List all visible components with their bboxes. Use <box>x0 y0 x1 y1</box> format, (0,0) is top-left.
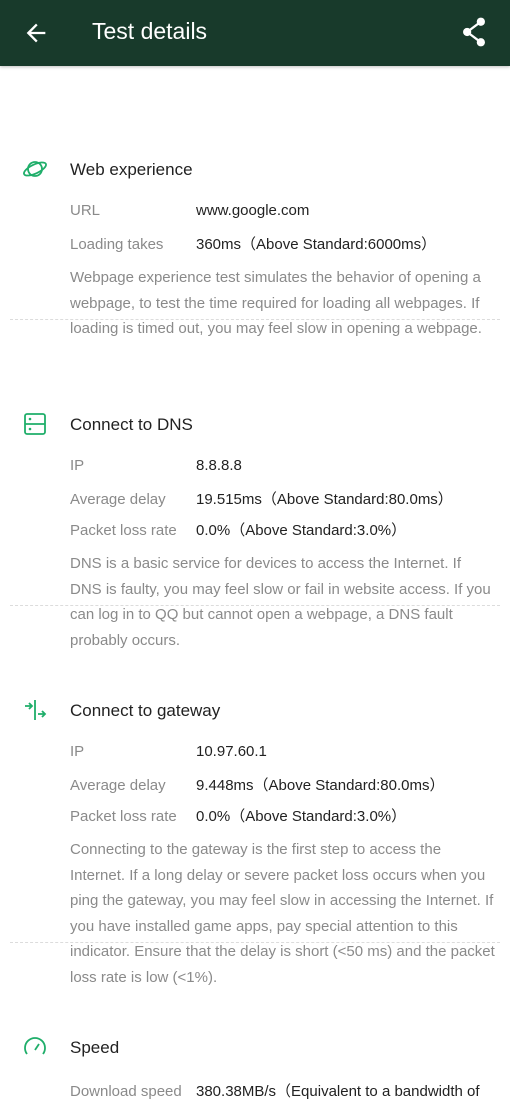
ip-label: IP <box>70 457 85 474</box>
section-title: Connect to DNS <box>70 415 193 434</box>
gateway-icon <box>25 700 47 720</box>
divider <box>10 319 500 320</box>
section-description: Connecting to the gateway is the first s… <box>70 841 495 986</box>
section-description: DNS is a basic service for devices to ac… <box>70 555 491 649</box>
ip-value: 10.97.60.1 <box>196 743 267 760</box>
download-speed-value: 380.38MB/s（Equivalent to a bandwidth of <box>196 1083 480 1100</box>
loading-row: Loading takes 360ms（Above Standard:6000ms… <box>70 233 436 254</box>
page-title: Test details <box>92 18 208 44</box>
download-speed-row: Download speed 380.38MB/s（Equivalent to a… <box>70 1080 480 1101</box>
loading-label: Loading takes <box>70 236 164 253</box>
planet-icon <box>23 161 47 177</box>
ip-row: IP 10.97.60.1 <box>70 743 267 760</box>
delay-value: 9.448ms（Above Standard:80.0ms） <box>196 777 445 794</box>
ip-label: IP <box>70 743 85 760</box>
section-title: Connect to gateway <box>70 701 221 720</box>
packet-loss-row: Packet loss rate 0.0%（Above Standard:3.0%… <box>70 805 406 826</box>
download-speed-label: Download speed <box>70 1083 182 1100</box>
packet-loss-value: 0.0%（Above Standard:3.0%） <box>196 522 407 539</box>
section-description: Webpage experience test simulates the be… <box>70 269 482 337</box>
packet-loss-value: 0.0%（Above Standard:3.0%） <box>196 808 407 825</box>
delay-row: Average delay 9.448ms（Above Standard:80.0… <box>70 774 444 795</box>
packet-loss-label: Packet loss rate <box>70 522 177 539</box>
divider <box>10 942 500 943</box>
ip-row: IP 8.8.8.8 <box>70 457 242 474</box>
section-title: Web experience <box>70 160 193 179</box>
app-bar: Test details <box>0 0 510 66</box>
divider <box>10 605 500 606</box>
section-title: Speed <box>70 1038 120 1057</box>
delay-label: Average delay <box>70 777 166 794</box>
delay-value: 19.515ms（Above Standard:80.0ms） <box>196 491 453 508</box>
back-arrow-icon[interactable] <box>22 19 50 47</box>
ip-value: 8.8.8.8 <box>196 457 242 474</box>
loading-value: 360ms（Above Standard:6000ms） <box>196 236 437 253</box>
server-icon <box>24 413 46 435</box>
delay-row: Average delay 19.515ms（Above Standard:80.… <box>70 488 453 509</box>
url-value: www.google.com <box>196 202 310 219</box>
url-label: URL <box>70 202 101 219</box>
share-icon[interactable] <box>460 16 488 48</box>
delay-label: Average delay <box>70 491 166 508</box>
packet-loss-label: Packet loss rate <box>70 808 177 825</box>
packet-loss-row: Packet loss rate 0.0%（Above Standard:3.0%… <box>70 519 406 540</box>
speedometer-icon <box>24 1037 46 1055</box>
url-row: URL www.google.com <box>70 202 309 219</box>
